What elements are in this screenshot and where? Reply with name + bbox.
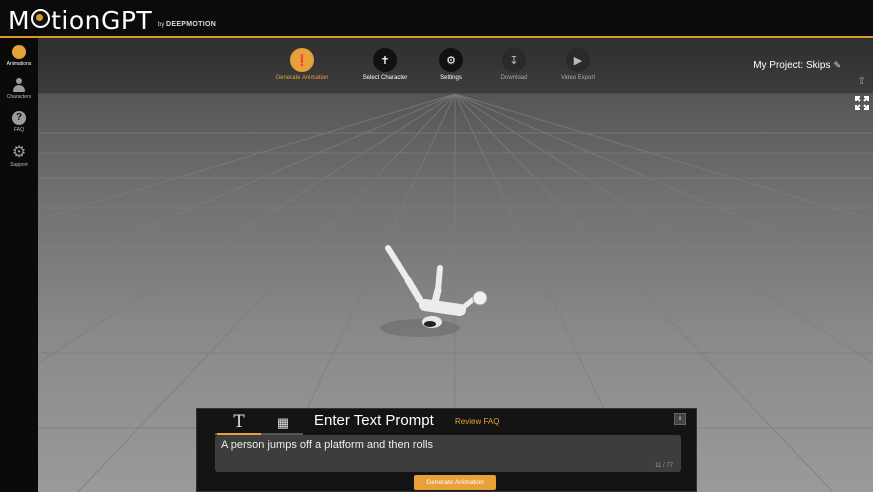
toolbar-item-label: Video Export (560, 75, 596, 81)
video-export-button[interactable]: ▶ Video Export (538, 48, 618, 81)
prompt-title: Enter Text Prompt (314, 412, 434, 429)
edit-icon[interactable]: ✎ (833, 60, 841, 70)
prompt-input-value: A person jumps off a platform and then r… (221, 439, 433, 451)
gear-icon: ⚙ (439, 48, 463, 72)
text-prompt-panel: T ▦ Enter Text Prompt Review FAQ x A per… (196, 408, 697, 492)
sidebar-item-label: FAQ (13, 127, 24, 133)
animations-icon (12, 45, 26, 59)
text-icon: T (233, 412, 245, 432)
review-faq-link[interactable]: Review FAQ (455, 417, 499, 426)
question-icon: ? (12, 111, 26, 125)
project-name[interactable]: My Project: Skips ✎ (753, 60, 841, 71)
sidebar-item-label: Characters (6, 94, 32, 100)
fullscreen-icon[interactable] (855, 96, 869, 110)
sidebar-item-label: Support (10, 162, 28, 168)
close-button[interactable]: x (674, 413, 686, 425)
download-icon: ↧ (502, 48, 526, 72)
byline-by: by (158, 22, 165, 28)
sidebar-item-label: Animations (6, 61, 32, 67)
character-count: 11 / 77 (655, 463, 673, 469)
top-bar: MtionGPT by DEEPMOTION (0, 0, 873, 38)
share-icon[interactable]: ⇧ (858, 76, 866, 87)
app-logo: MtionGPT (8, 6, 152, 35)
animated-character[interactable] (380, 240, 490, 340)
tab-video[interactable]: ▦ (261, 411, 305, 433)
logo-text-end: tionGPT (51, 6, 153, 35)
byline-brand: DEEPMOTION (166, 21, 217, 28)
sidebar: Animations Characters ? FAQ ⚙ Support (0, 38, 38, 492)
video-icon: ▦ (276, 415, 290, 430)
prompt-input[interactable]: A person jumps off a platform and then r… (215, 435, 681, 472)
toolbar-item-label: Generate Animation (275, 75, 329, 81)
lightbulb-icon: ❗ (290, 48, 314, 72)
play-icon: ▶ (566, 48, 590, 72)
project-label: My Project: Skips (753, 60, 831, 71)
generate-animation-submit-button[interactable]: Generate Animation (414, 475, 496, 490)
sidebar-item-characters[interactable]: Characters (0, 78, 38, 100)
sidebar-item-animations[interactable]: Animations (0, 45, 38, 67)
tab-text[interactable]: T (217, 411, 261, 435)
character-select-icon: ✝ (373, 48, 397, 72)
logo-text-start: M (8, 6, 31, 35)
logo-o-icon (31, 9, 51, 28)
sidebar-item-support[interactable]: ⚙ Support (0, 144, 38, 169)
gear-icon: ⚙ (11, 144, 27, 161)
byline: by DEEPMOTION (158, 21, 216, 28)
generate-animation-button[interactable]: ❗ Generate Animation (262, 48, 342, 81)
sidebar-item-faq[interactable]: ? FAQ (0, 111, 38, 133)
character-icon (12, 78, 26, 92)
